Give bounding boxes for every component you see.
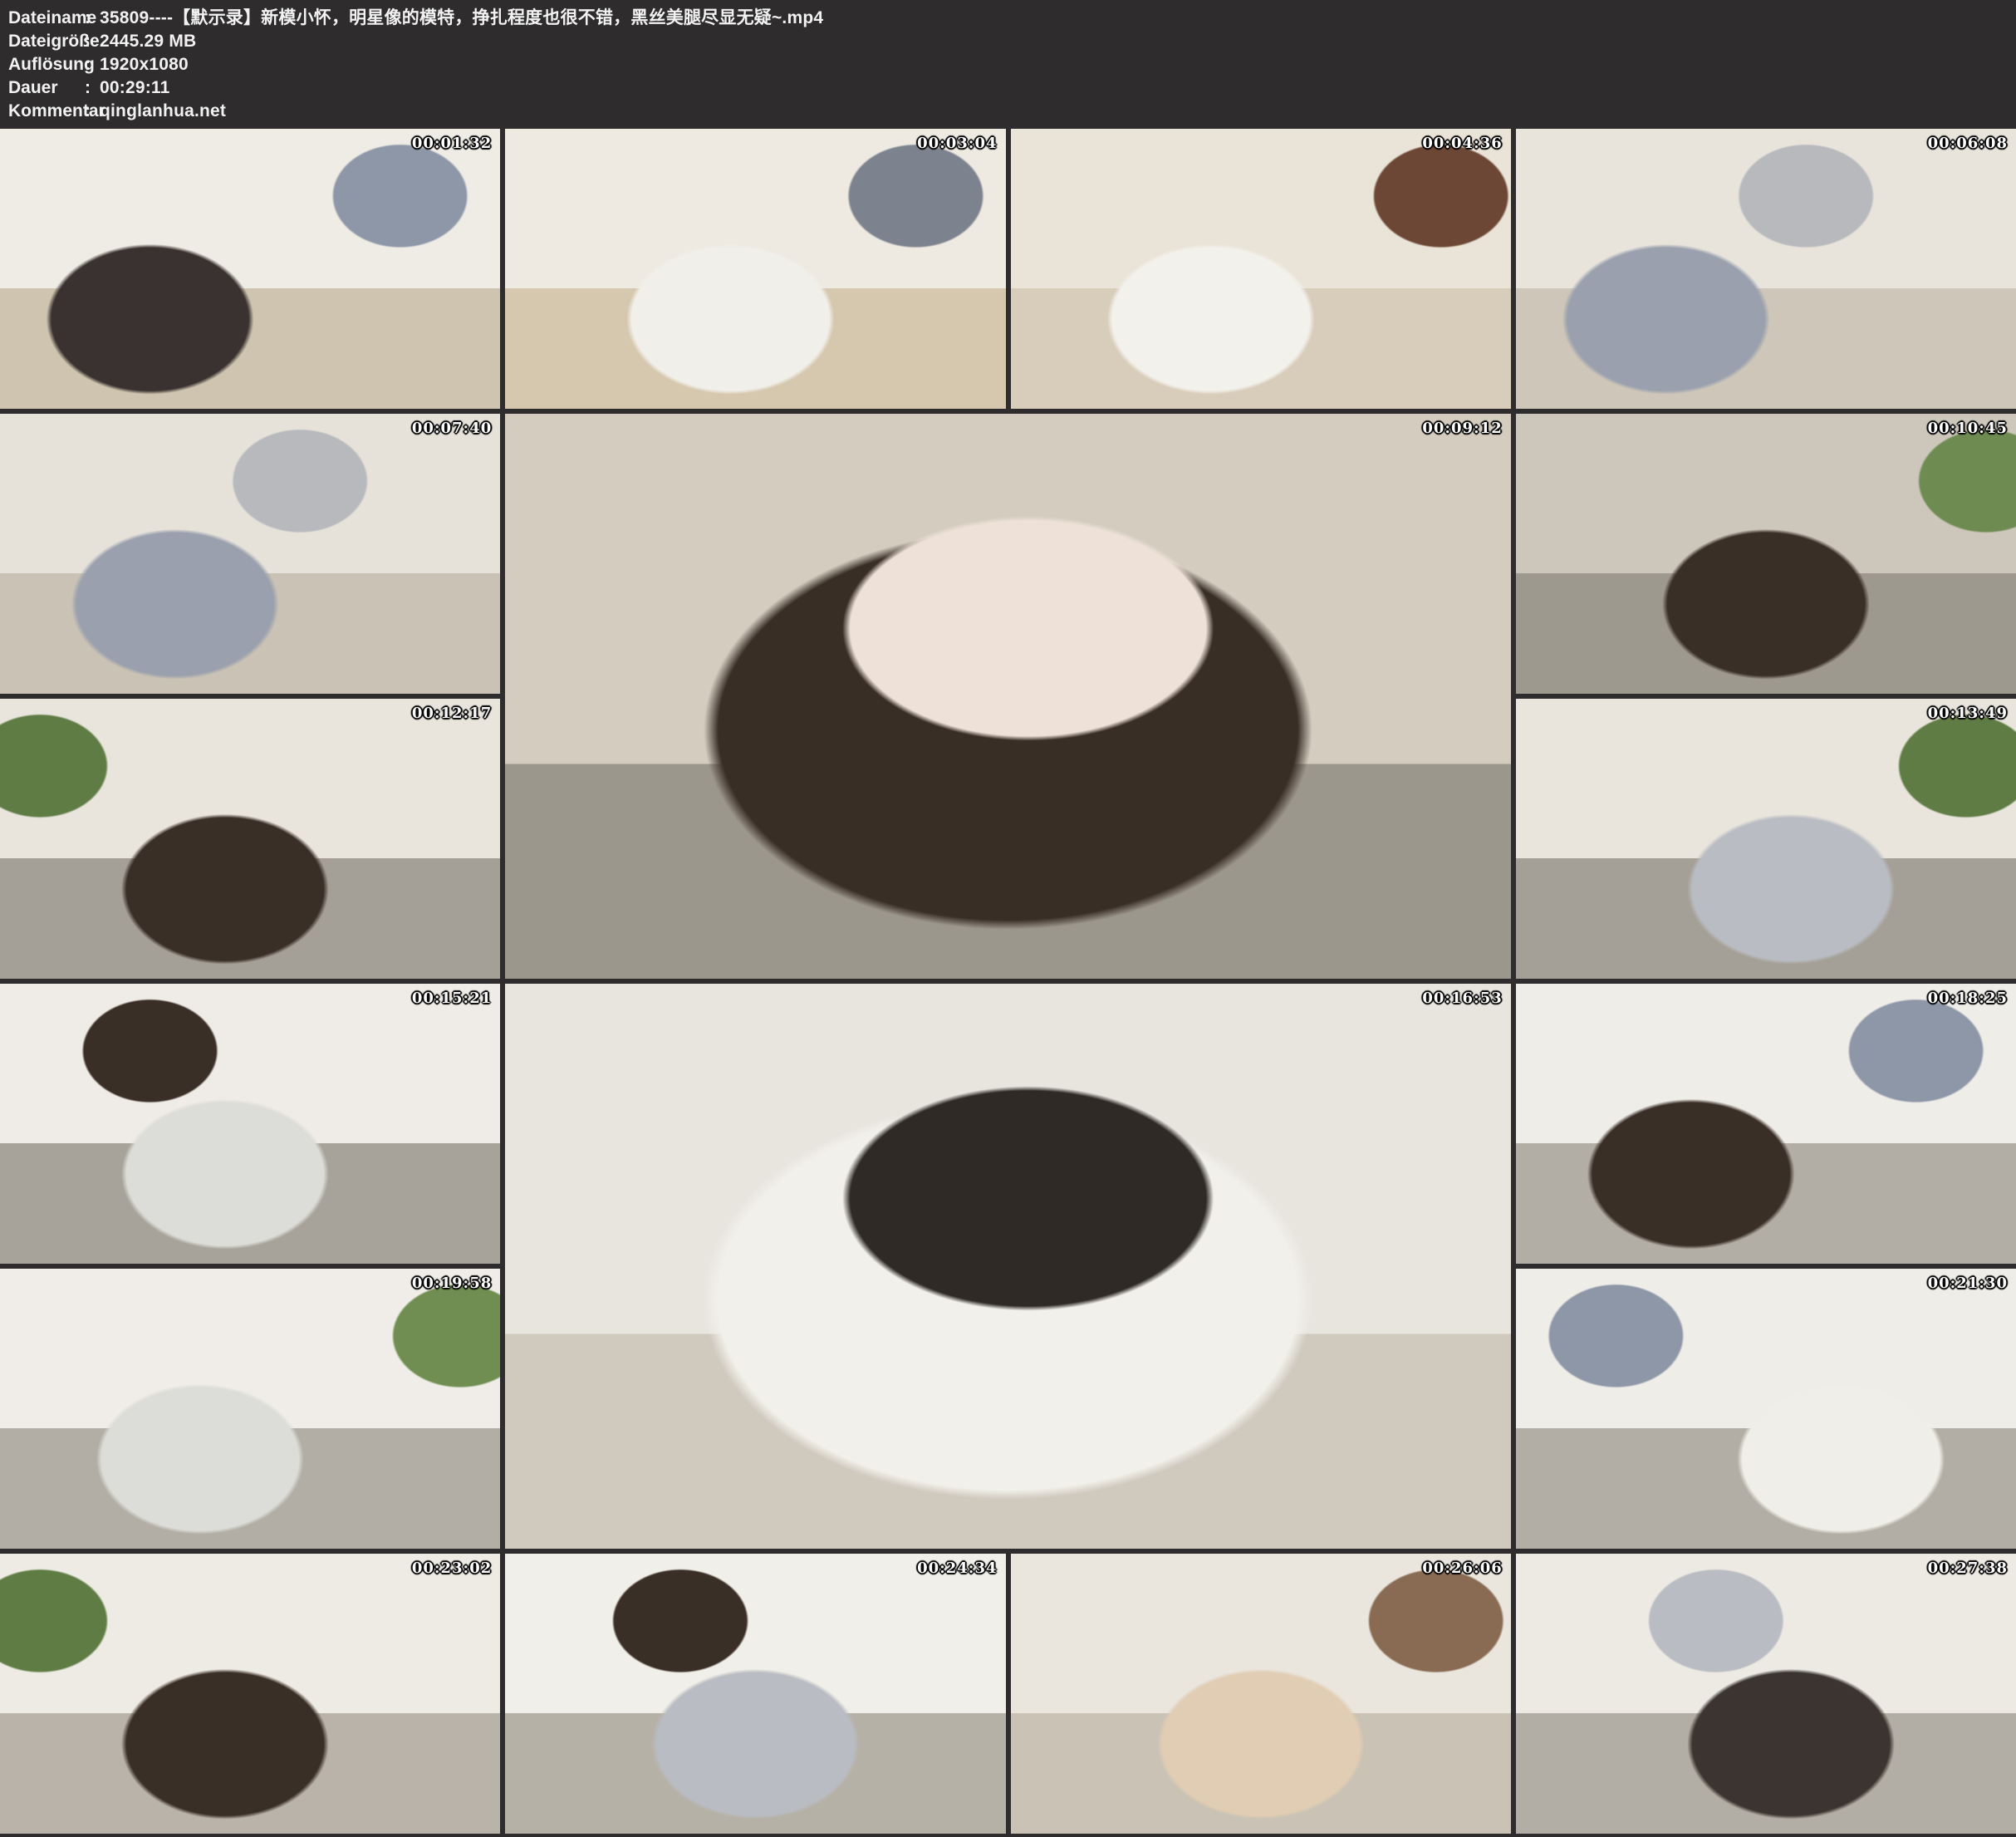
video-frame-large: 00:09:12 [505, 414, 1511, 979]
frame-image-placeholder [0, 1554, 500, 1834]
video-frame: 00:18:25 [1516, 984, 2016, 1264]
frame-image-placeholder [505, 414, 1511, 979]
video-frame: 00:13:49 [1516, 699, 2016, 979]
frame-image-placeholder [1516, 699, 2016, 979]
frame-image-placeholder [0, 699, 500, 979]
frame-image-placeholder [0, 984, 500, 1264]
frame-timestamp: 00:24:34 [917, 1559, 997, 1577]
video-frame: 00:23:02 [0, 1554, 500, 1834]
frame-timestamp: 00:10:45 [1928, 420, 2008, 437]
metadata-header: Dateiname : 35809----【默示录】新模小怀，明星像的模特，挣扎… [0, 0, 2016, 125]
meta-separator: : [85, 30, 100, 53]
video-frame: 00:12:17 [0, 699, 500, 979]
frame-image-placeholder [0, 129, 500, 409]
frame-image-placeholder [505, 129, 1005, 409]
meta-label: Auflösung [8, 53, 85, 76]
video-frame: 00:15:21 [0, 984, 500, 1264]
filename-value: 35809----【默示录】新模小怀，明星像的模特，挣扎程度也很不错，黑丝美腿尽… [100, 7, 823, 30]
meta-row-comment: Kommentar : qinglanhua.net [8, 100, 2016, 123]
frame-image-placeholder [505, 1554, 1005, 1834]
frame-timestamp: 00:07:40 [412, 420, 492, 437]
duration-value: 00:29:11 [100, 76, 170, 100]
frame-image-placeholder [0, 1269, 500, 1549]
meta-label: Dauer [8, 76, 85, 100]
frame-image-placeholder [1516, 129, 2016, 409]
video-frame: 00:21:30 [1516, 1269, 2016, 1549]
frame-timestamp: 00:13:49 [1928, 705, 2008, 722]
video-frame: 00:24:34 [505, 1554, 1005, 1834]
frame-timestamp: 00:23:02 [412, 1559, 492, 1577]
video-frame: 00:03:04 [505, 129, 1005, 409]
frame-image-placeholder [1516, 984, 2016, 1264]
frame-image-placeholder [1516, 1269, 2016, 1549]
meta-separator: : [85, 53, 100, 76]
video-frame: 00:06:08 [1516, 129, 2016, 409]
meta-row-filesize: Dateigröße : 2445.29 MB [8, 30, 2016, 53]
frame-timestamp: 00:27:38 [1928, 1559, 2008, 1577]
frame-timestamp: 00:18:25 [1928, 990, 2008, 1007]
thumbnail-grid: 00:01:32 00:03:04 00:04:36 00:06:08 00:0… [0, 125, 2016, 1837]
meta-separator: : [85, 7, 100, 30]
meta-label: Dateiname [8, 7, 85, 30]
frame-image-placeholder [1011, 1554, 1511, 1834]
frame-image-placeholder [1516, 414, 2016, 694]
video-frame: 00:04:36 [1011, 129, 1511, 409]
video-frame-large: 00:16:53 [505, 984, 1511, 1549]
comment-value: qinglanhua.net [100, 100, 226, 123]
meta-row-resolution: Auflösung : 1920x1080 [8, 53, 2016, 76]
frame-timestamp: 00:19:58 [412, 1275, 492, 1292]
video-frame: 00:01:32 [0, 129, 500, 409]
frame-timestamp: 00:03:04 [917, 135, 997, 152]
frame-timestamp: 00:26:06 [1422, 1559, 1502, 1577]
frame-timestamp: 00:12:17 [412, 705, 492, 722]
video-frame: 00:26:06 [1011, 1554, 1511, 1834]
meta-row-duration: Dauer : 00:29:11 [8, 76, 2016, 100]
frame-timestamp: 00:09:12 [1422, 420, 1502, 437]
video-frame: 00:27:38 [1516, 1554, 2016, 1834]
frame-timestamp: 00:15:21 [412, 990, 492, 1007]
meta-separator: : [85, 100, 100, 123]
frame-timestamp: 00:06:08 [1928, 135, 2008, 152]
meta-separator: : [85, 76, 100, 100]
frame-image-placeholder [1516, 1554, 2016, 1834]
video-frame: 00:10:45 [1516, 414, 2016, 694]
frame-timestamp: 00:16:53 [1422, 990, 1502, 1007]
frame-timestamp: 00:04:36 [1422, 135, 1502, 152]
video-frame: 00:19:58 [0, 1269, 500, 1549]
filesize-value: 2445.29 MB [100, 30, 196, 53]
frame-image-placeholder [505, 984, 1511, 1549]
frame-timestamp: 00:21:30 [1928, 1275, 2008, 1292]
meta-row-filename: Dateiname : 35809----【默示录】新模小怀，明星像的模特，挣扎… [8, 7, 2016, 30]
meta-label: Dateigröße [8, 30, 85, 53]
frame-image-placeholder [1011, 129, 1511, 409]
frame-timestamp: 00:01:32 [412, 135, 492, 152]
video-frame: 00:07:40 [0, 414, 500, 694]
frame-image-placeholder [0, 414, 500, 694]
meta-label: Kommentar [8, 100, 85, 123]
resolution-value: 1920x1080 [100, 53, 189, 76]
